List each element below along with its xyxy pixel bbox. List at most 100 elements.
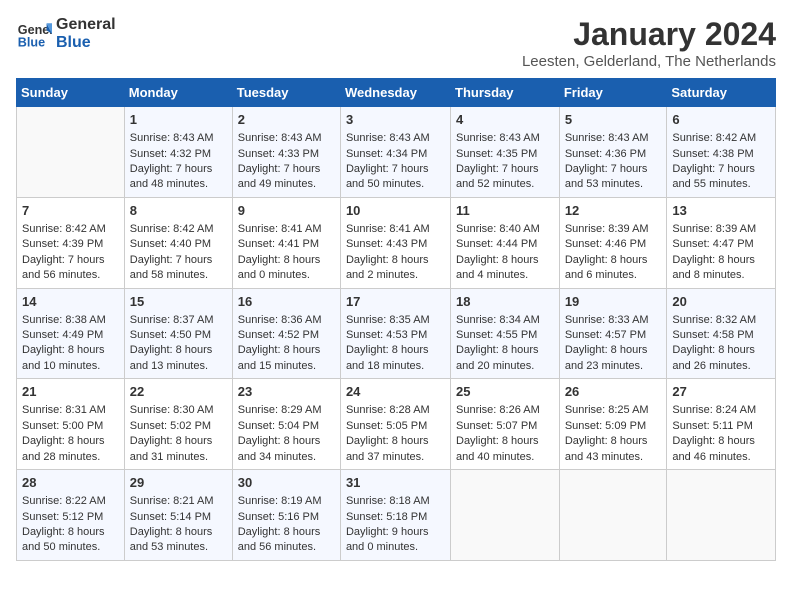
- day-number: 8: [130, 202, 227, 220]
- daylight-text: Daylight: 7 hours and 49 minutes.: [238, 163, 321, 190]
- sunrise-text: Sunrise: 8:38 AM: [22, 314, 106, 326]
- day-cell: 7Sunrise: 8:42 AMSunset: 4:39 PMDaylight…: [17, 197, 125, 288]
- sunset-text: Sunset: 5:04 PM: [238, 420, 319, 432]
- day-cell: 22Sunrise: 8:30 AMSunset: 5:02 PMDayligh…: [124, 379, 232, 470]
- daylight-text: Daylight: 8 hours and 10 minutes.: [22, 344, 105, 371]
- day-number: 31: [346, 474, 445, 492]
- day-cell: 1Sunrise: 8:43 AMSunset: 4:32 PMDaylight…: [124, 107, 232, 198]
- sunset-text: Sunset: 5:14 PM: [130, 511, 211, 523]
- sunset-text: Sunset: 5:09 PM: [565, 420, 646, 432]
- daylight-text: Daylight: 8 hours and 46 minutes.: [672, 435, 755, 462]
- daylight-text: Daylight: 8 hours and 37 minutes.: [346, 435, 429, 462]
- day-number: 16: [238, 293, 335, 311]
- day-cell: 11Sunrise: 8:40 AMSunset: 4:44 PMDayligh…: [451, 197, 560, 288]
- sunrise-text: Sunrise: 8:41 AM: [346, 223, 430, 235]
- day-number: 24: [346, 383, 445, 401]
- day-number: 10: [346, 202, 445, 220]
- day-number: 21: [22, 383, 119, 401]
- sunrise-text: Sunrise: 8:42 AM: [672, 132, 756, 144]
- day-cell: 16Sunrise: 8:36 AMSunset: 4:52 PMDayligh…: [232, 288, 340, 379]
- daylight-text: Daylight: 7 hours and 58 minutes.: [130, 254, 213, 281]
- location-subtitle: Leesten, Gelderland, The Netherlands: [522, 53, 776, 70]
- sunset-text: Sunset: 4:49 PM: [22, 329, 103, 341]
- sunrise-text: Sunrise: 8:36 AM: [238, 314, 322, 326]
- daylight-text: Daylight: 7 hours and 55 minutes.: [672, 163, 755, 190]
- sunset-text: Sunset: 4:41 PM: [238, 238, 319, 250]
- day-number: 5: [565, 111, 662, 129]
- page-header: General Blue General Blue January 2024 L…: [16, 16, 776, 70]
- sunset-text: Sunset: 4:32 PM: [130, 148, 211, 160]
- day-number: 12: [565, 202, 662, 220]
- day-cell: [17, 107, 125, 198]
- sunset-text: Sunset: 5:05 PM: [346, 420, 427, 432]
- day-number: 2: [238, 111, 335, 129]
- daylight-text: Daylight: 7 hours and 56 minutes.: [22, 254, 105, 281]
- week-row-1: 1 Sunrise: 8:43 AM Sunset: 4:32 PM Daylight…: [17, 107, 776, 198]
- day-cell: 9Sunrise: 8:41 AMSunset: 4:41 PMDaylight…: [232, 197, 340, 288]
- sunrise-text: Sunrise: 8:43 AM: [456, 132, 540, 144]
- daylight-text: Daylight: 7 hours and 48 minutes.: [130, 163, 213, 190]
- day-cell: [559, 470, 667, 561]
- day-cell: 20Sunrise: 8:32 AMSunset: 4:58 PMDayligh…: [667, 288, 776, 379]
- sunrise-text: Sunrise: 8:25 AM: [565, 404, 649, 416]
- header-friday: Friday: [559, 79, 667, 107]
- day-number: 22: [130, 383, 227, 401]
- daylight-text: Daylight: 7 hours and 50 minutes.: [346, 163, 429, 190]
- day-cell: 31Sunrise: 8:18 AMSunset: 5:18 PMDayligh…: [340, 470, 450, 561]
- daylight-text: Daylight: 8 hours and 34 minutes.: [238, 435, 321, 462]
- sunset-text: Sunset: 4:36 PM: [565, 148, 646, 160]
- sunrise-text: Sunrise: 8:37 AM: [130, 314, 214, 326]
- day-cell: 10Sunrise: 8:41 AMSunset: 4:43 PMDayligh…: [340, 197, 450, 288]
- daylight-text: Daylight: 8 hours and 6 minutes.: [565, 254, 648, 281]
- daylight-text: Daylight: 8 hours and 20 minutes.: [456, 344, 539, 371]
- day-cell: 3Sunrise: 8:43 AMSunset: 4:34 PMDaylight…: [340, 107, 450, 198]
- daylight-text: Daylight: 8 hours and 40 minutes.: [456, 435, 539, 462]
- day-cell: 14 Sunrise: 8:38 AM Sunset: 4:49 PM Dayligh…: [17, 288, 125, 379]
- day-cell: 15Sunrise: 8:37 AMSunset: 4:50 PMDayligh…: [124, 288, 232, 379]
- sunrise-text: Sunrise: 8:19 AM: [238, 495, 322, 507]
- header-wednesday: Wednesday: [340, 79, 450, 107]
- sunrise-text: Sunrise: 8:22 AM: [22, 495, 106, 507]
- day-cell: 28Sunrise: 8:22 AMSunset: 5:12 PMDayligh…: [17, 470, 125, 561]
- sunrise-text: Sunrise: 8:31 AM: [22, 404, 106, 416]
- header-monday: Monday: [124, 79, 232, 107]
- day-number: 13: [672, 202, 770, 220]
- sunset-text: Sunset: 5:16 PM: [238, 511, 319, 523]
- daylight-text: Daylight: 8 hours and 26 minutes.: [672, 344, 755, 371]
- week-row-2: 7Sunrise: 8:42 AMSunset: 4:39 PMDaylight…: [17, 197, 776, 288]
- daylight-text: Daylight: 8 hours and 31 minutes.: [130, 435, 213, 462]
- sunrise-text: Sunrise: 8:41 AM: [238, 223, 322, 235]
- daylight-text: Daylight: 8 hours and 13 minutes.: [130, 344, 213, 371]
- day-number: 1: [130, 111, 227, 129]
- day-cell: 24Sunrise: 8:28 AMSunset: 5:05 PMDayligh…: [340, 379, 450, 470]
- day-cell: 12Sunrise: 8:39 AMSunset: 4:46 PMDayligh…: [559, 197, 667, 288]
- header-thursday: Thursday: [451, 79, 560, 107]
- sunset-text: Sunset: 5:11 PM: [672, 420, 753, 432]
- day-cell: 13Sunrise: 8:39 AMSunset: 4:47 PMDayligh…: [667, 197, 776, 288]
- day-number: 11: [456, 202, 554, 220]
- sunrise-text: Sunrise: 8:24 AM: [672, 404, 756, 416]
- day-number: 14: [22, 293, 119, 311]
- sunset-text: Sunset: 4:57 PM: [565, 329, 646, 341]
- day-number: 18: [456, 293, 554, 311]
- sunset-text: Sunset: 5:12 PM: [22, 511, 103, 523]
- day-number: 28: [22, 474, 119, 492]
- sunrise-text: Sunrise: 8:30 AM: [130, 404, 214, 416]
- day-cell: 21Sunrise: 8:31 AMSunset: 5:00 PMDayligh…: [17, 379, 125, 470]
- day-cell: [667, 470, 776, 561]
- sunset-text: Sunset: 4:44 PM: [456, 238, 537, 250]
- sunset-text: Sunset: 4:34 PM: [346, 148, 427, 160]
- daylight-text: Daylight: 8 hours and 28 minutes.: [22, 435, 105, 462]
- day-number: 4: [456, 111, 554, 129]
- day-number: 3: [346, 111, 445, 129]
- day-cell: 4Sunrise: 8:43 AMSunset: 4:35 PMDaylight…: [451, 107, 560, 198]
- sunrise-text: Sunrise: 8:21 AM: [130, 495, 214, 507]
- logo-line1: General: [56, 16, 116, 34]
- day-cell: 5Sunrise: 8:43 AMSunset: 4:36 PMDaylight…: [559, 107, 667, 198]
- sunset-text: Sunset: 4:38 PM: [672, 148, 753, 160]
- sunset-text: Sunset: 4:46 PM: [565, 238, 646, 250]
- sunrise-text: Sunrise: 8:42 AM: [130, 223, 214, 235]
- day-cell: 18Sunrise: 8:34 AMSunset: 4:55 PMDayligh…: [451, 288, 560, 379]
- calendar-header-row: SundayMondayTuesdayWednesdayThursdayFrid…: [17, 79, 776, 107]
- day-number: 30: [238, 474, 335, 492]
